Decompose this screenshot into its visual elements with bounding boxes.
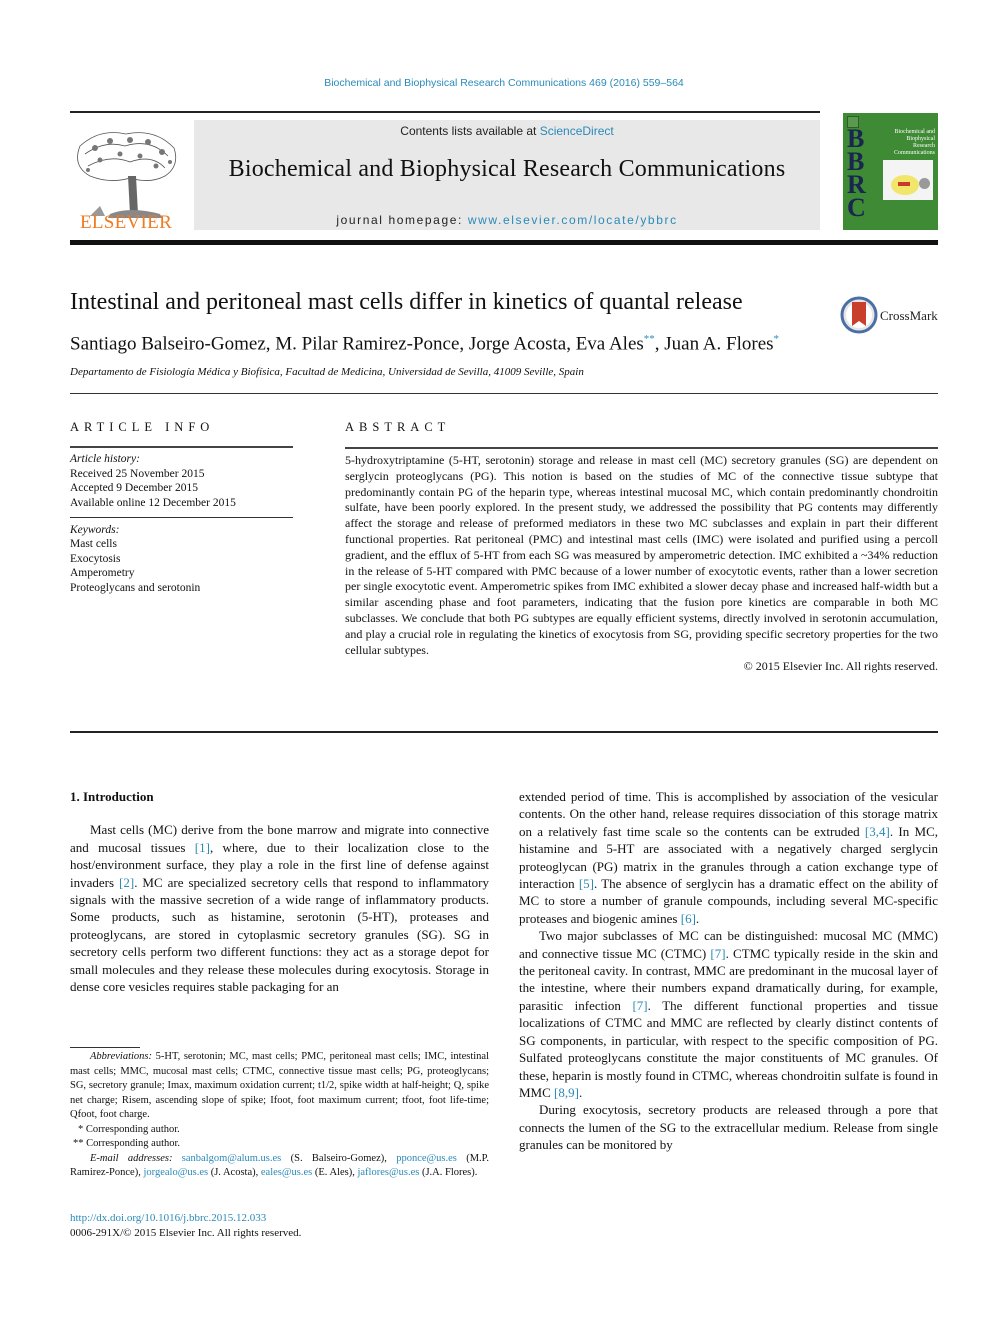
citation-link[interactable]: [1] [195, 840, 210, 855]
intro-paragraph-3: During exocytosis, secretory products ar… [519, 1102, 938, 1153]
title-rule [70, 393, 938, 394]
email-footnote: E-mail addresses: sanbalgom@alum.us.es (… [70, 1152, 489, 1179]
author-name[interactable]: Juan A. Flores [664, 333, 773, 354]
citation-link[interactable]: [8,9] [554, 1085, 579, 1100]
crossmark-label[interactable]: CrossMark [880, 308, 938, 324]
abstract-heading: ABSTRACT [345, 420, 451, 434]
article-info: ARTICLE INFO Article history: Received 2… [70, 420, 293, 595]
abstract-copyright: © 2015 Elsevier Inc. All rights reserved… [743, 659, 938, 674]
corresponding-author-2: ** Corresponding author. [73, 1138, 181, 1149]
affiliation: Departamento de Fisiología Médica y Biof… [70, 366, 584, 378]
left-column: 1. Introduction Mast cells (MC) derive f… [70, 788, 489, 995]
email-link[interactable]: eales@us.es [261, 1167, 312, 1178]
running-head[interactable]: Biochemical and Biophysical Research Com… [0, 77, 992, 89]
elsevier-wordmark[interactable]: ELSEVIER [70, 212, 182, 234]
header-rule [70, 111, 820, 113]
corresponding-mark[interactable]: ** [644, 333, 655, 345]
article-title: Intestinal and peritoneal mast cells dif… [70, 289, 743, 315]
author-name[interactable]: Eva Ales [576, 333, 644, 354]
author-name[interactable]: Santiago Balseiro-Gomez [70, 333, 266, 354]
cover-bbrc-letters: B B R C [847, 124, 866, 222]
author-name[interactable]: M. Pilar Ramirez-Ponce [275, 333, 459, 354]
history-online: Available online 12 December 2015 [70, 496, 236, 509]
sciencedirect-link[interactable]: ScienceDirect [540, 124, 614, 138]
intro-paragraph-2: Two major subclasses of MC can be distin… [519, 928, 938, 1100]
corresponding-mark[interactable]: * [774, 333, 780, 345]
footnote-rule [70, 1047, 140, 1048]
cover-figure [883, 160, 933, 200]
doi-block: http://dx.doi.org/10.1016/j.bbrc.2015.12… [70, 1211, 301, 1241]
abbreviations-footnote: Abbreviations: 5-HT, serotonin; MC, mast… [70, 1051, 489, 1120]
email-link[interactable]: pponce@us.es [396, 1153, 457, 1164]
citation-link[interactable]: [7] [632, 998, 647, 1013]
author-name[interactable]: Jorge Acosta [469, 333, 566, 354]
history-label: Article history: [70, 453, 140, 466]
abstract-text: 5-hydroxytriptamine (5-HT, serotonin) st… [345, 453, 938, 657]
journal-masthead: Contents lists available at ScienceDirec… [194, 120, 820, 230]
intro-paragraph-1-cont: extended period of time. This is accompl… [519, 789, 938, 926]
citation-link[interactable]: [3,4] [865, 824, 890, 839]
email-link[interactable]: sanbalgom@alum.us.es [182, 1153, 282, 1164]
history-accepted: Accepted 9 December 2015 [70, 482, 199, 495]
journal-homepage-link[interactable]: www.elsevier.com/locate/ybbrc [468, 213, 678, 227]
doi-link[interactable]: http://dx.doi.org/10.1016/j.bbrc.2015.12… [70, 1211, 301, 1226]
abstract-end-rule [70, 731, 938, 733]
author-list: Santiago Balseiro-Gomez, M. Pilar Ramire… [70, 333, 780, 355]
citation-link[interactable]: [2] [119, 875, 134, 890]
issn-line: 0006-291X/© 2015 Elsevier Inc. All right… [70, 1227, 302, 1239]
corresponding-author-1: * Corresponding author. [78, 1123, 180, 1135]
homepage-line: journal homepage: www.elsevier.com/locat… [336, 213, 678, 227]
keyword: Mast cells [70, 538, 117, 551]
intro-paragraph-1: Mast cells (MC) derive from the bone mar… [70, 822, 490, 995]
journal-cover-thumbnail[interactable]: B B R C Biochemical and Biophysical Rese… [843, 113, 938, 230]
section-heading-introduction: 1. Introduction [70, 789, 154, 804]
history-received: Received 25 November 2015 [70, 467, 205, 480]
email-link[interactable]: jorgealo@us.es [143, 1167, 208, 1178]
keyword: Amperometry [70, 567, 135, 580]
email-link[interactable]: jaflores@us.es [357, 1167, 419, 1178]
keyword: Proteoglycans and serotonin [70, 581, 201, 594]
citation-link[interactable]: [6] [681, 911, 696, 926]
keyword: Exocytosis [70, 552, 121, 565]
cover-title: Biochemical and Biophysical Research Com… [894, 129, 935, 156]
journal-name: Biochemical and Biophysical Research Com… [228, 156, 786, 182]
citation-link[interactable]: [7] [710, 946, 725, 961]
header-thick-rule [70, 240, 938, 245]
contents-line: Contents lists available at ScienceDirec… [400, 124, 614, 138]
crossmark-icon[interactable] [840, 296, 878, 334]
right-column: extended period of time. This is accompl… [519, 788, 938, 1154]
article-info-heading: ARTICLE INFO [70, 420, 215, 434]
keywords-label: Keywords: [70, 524, 120, 537]
abstract: ABSTRACT 5-hydroxytriptamine (5-HT, sero… [345, 420, 938, 674]
footnotes: Abbreviations: 5-HT, serotonin; MC, mast… [70, 1050, 489, 1181]
citation-link[interactable]: [5] [579, 876, 594, 891]
